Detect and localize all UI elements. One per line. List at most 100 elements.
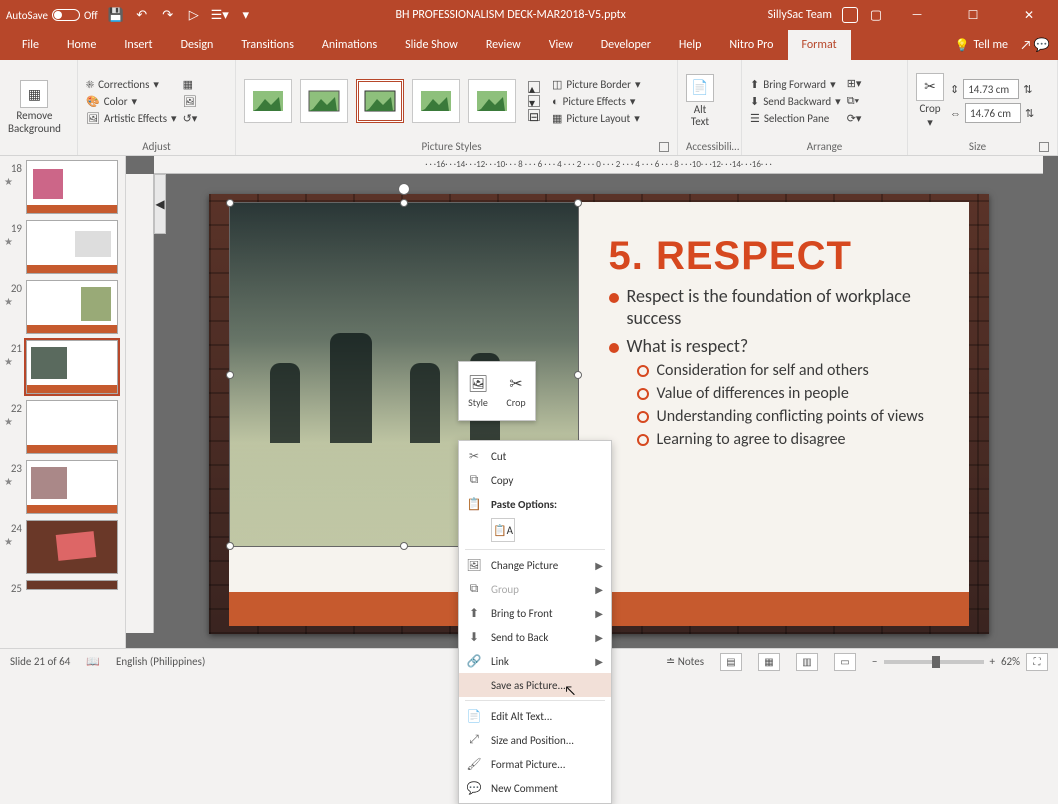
collapse-thumbnails-icon[interactable]: ◀ — [154, 174, 166, 234]
fit-window-icon[interactable]: ⛶ — [1026, 653, 1048, 671]
reading-view-icon[interactable]: ▥ — [796, 653, 818, 671]
change-picture-icon[interactable]: 🖼 — [183, 95, 198, 108]
artistic-effects-button[interactable]: 🖼 Artistic Effects ▾ — [86, 112, 177, 125]
slide-thumb-20[interactable] — [26, 280, 118, 334]
tab-insert[interactable]: Insert — [110, 30, 166, 60]
ribbon: ▦Remove Background ☀ Corrections ▾ 🎨 Col… — [0, 60, 1058, 156]
bring-forward-button[interactable]: ⬆ Bring Forward ▾ — [750, 78, 841, 91]
slide-thumb-22[interactable] — [26, 400, 118, 454]
tab-nitro[interactable]: Nitro Pro — [715, 30, 787, 60]
reset-picture-icon[interactable]: ↺▾ — [183, 112, 198, 125]
comments-icon[interactable]: 💬 — [1034, 37, 1050, 53]
tab-help[interactable]: Help — [665, 30, 716, 60]
zoom-slider[interactable] — [884, 660, 984, 664]
color-button[interactable]: 🎨 Color ▾ — [86, 95, 177, 108]
selection-pane-button[interactable]: ☰ Selection Pane — [750, 112, 841, 125]
size-launcher-icon[interactable] — [1039, 142, 1049, 152]
align-icon[interactable]: ⊞▾ — [847, 77, 862, 90]
from-beginning-icon[interactable]: ▷ — [186, 7, 202, 23]
mini-crop-button[interactable]: ✂Crop — [497, 362, 535, 420]
share-icon[interactable]: ↗ — [1018, 37, 1034, 53]
tab-animations[interactable]: Animations — [308, 30, 391, 60]
menu-new-comment[interactable]: 💬New Comment — [459, 776, 611, 800]
picture-effects-button[interactable]: ◐ Picture Effects ▾ — [552, 95, 640, 108]
slide-thumbnail-panel[interactable]: 18★ 19★ 20★ 21★ 22★ 23★ 24★ 25 — [0, 156, 126, 648]
qat-more-icon[interactable]: ▾ — [238, 7, 254, 23]
title-bar: AutoSave Off 💾 ↶ ↷ ▷ ☰▾ ▾ BH PROFESSIONA… — [0, 0, 1058, 30]
tell-me-search[interactable]: 💡 Tell me — [945, 38, 1018, 53]
tab-file[interactable]: File — [8, 30, 53, 60]
tab-transitions[interactable]: Transitions — [227, 30, 308, 60]
picture-layout-button[interactable]: ▦ Picture Layout ▾ — [552, 112, 640, 125]
width-field[interactable]: ⇔ 14.76 cm ⇅ — [950, 103, 1034, 123]
group-icon[interactable]: ⧉▾ — [847, 94, 862, 108]
tab-design[interactable]: Design — [167, 30, 228, 60]
slide-thumb-19[interactable] — [26, 220, 118, 274]
language-status[interactable]: English (Philippines) — [116, 655, 205, 668]
menu-send-to-back[interactable]: ⬇Send to Back▶ — [459, 625, 611, 649]
menu-change-picture[interactable]: 🖼Change Picture▶ — [459, 553, 611, 577]
zoom-level[interactable]: 62% — [1001, 655, 1020, 668]
account-icon[interactable] — [842, 7, 858, 23]
menu-size-position[interactable]: ⤢Size and Position... — [459, 728, 611, 752]
paste-keep-formatting-icon[interactable]: 📋A — [491, 518, 515, 542]
height-field[interactable]: ⇕ 14.73 cm ⇅ — [950, 79, 1034, 99]
menu-edit-alt-text[interactable]: 📄Edit Alt Text... — [459, 704, 611, 728]
save-icon[interactable]: 💾 — [108, 7, 124, 23]
maximize-button[interactable]: ☐ — [950, 0, 996, 30]
ribbon-options-icon[interactable]: ▢ — [868, 7, 884, 23]
menu-link[interactable]: 🔗Link▶ — [459, 649, 611, 673]
spellcheck-icon[interactable]: 📖 — [86, 655, 100, 668]
slide-thumb-25[interactable] — [26, 580, 118, 590]
slide-editor[interactable]: · · ·16· · ·14· · ·12· · ·10· · · 8 · · … — [126, 156, 1058, 648]
rotate-icon[interactable]: ⟳▾ — [847, 112, 862, 125]
minimize-button[interactable]: — — [894, 0, 940, 30]
touch-mode-icon[interactable]: ☰▾ — [212, 7, 228, 23]
slide-thumb-23[interactable] — [26, 460, 118, 514]
picture-style-gallery[interactable] — [244, 79, 516, 123]
size-position-icon: ⤢ — [465, 733, 483, 747]
slide-thumb-18[interactable] — [26, 160, 118, 214]
undo-icon[interactable]: ↶ — [134, 7, 150, 23]
mini-style-button[interactable]: 🖼Style — [459, 362, 497, 420]
menu-copy[interactable]: ⧉Copy — [459, 468, 611, 492]
ribbon-tabs: File Home Insert Design Transitions Anim… — [0, 30, 1058, 60]
corrections-button[interactable]: ☀ Corrections ▾ — [86, 78, 177, 91]
compress-pictures-icon[interactable]: ▦ — [183, 78, 198, 91]
notes-button[interactable]: ≐ Notes — [666, 655, 704, 668]
zoom-out-button[interactable]: − — [872, 655, 877, 668]
crop-button[interactable]: ✂Crop▾ — [916, 73, 944, 129]
tab-format[interactable]: Format — [788, 30, 851, 60]
menu-group: ⧉Group▶ — [459, 577, 611, 601]
redo-icon[interactable]: ↷ — [160, 7, 176, 23]
tab-home[interactable]: Home — [53, 30, 110, 60]
account-name[interactable]: SillySac Team — [768, 8, 832, 22]
send-backward-button[interactable]: ⬇ Send Backward ▾ — [750, 95, 841, 108]
tab-developer[interactable]: Developer — [587, 30, 665, 60]
tab-slideshow[interactable]: Slide Show — [391, 30, 472, 60]
alt-text-button[interactable]: 📄Alt Text — [686, 74, 714, 128]
remove-background-button[interactable]: ▦Remove Background — [8, 80, 61, 134]
change-picture-icon: 🖼 — [465, 558, 483, 573]
slide-thumb-24[interactable] — [26, 520, 118, 574]
tab-review[interactable]: Review — [472, 30, 535, 60]
vertical-ruler — [126, 174, 154, 633]
autosave-toggle[interactable]: AutoSave Off — [6, 9, 98, 22]
menu-format-picture[interactable]: 🖌Format Picture... — [459, 752, 611, 776]
tab-view[interactable]: View — [535, 30, 587, 60]
sorter-view-icon[interactable]: ▦ — [758, 653, 780, 671]
picture-border-button[interactable]: ◫ Picture Border ▾ — [552, 78, 640, 91]
style-gallery-more-icon[interactable]: ▴▾⊟ — [528, 81, 540, 121]
slide-counter[interactable]: Slide 21 of 64 — [10, 655, 70, 668]
close-button[interactable]: ✕ — [1006, 0, 1052, 30]
slideshow-view-icon[interactable]: ▭ — [834, 653, 856, 671]
normal-view-icon[interactable]: ▤ — [720, 653, 742, 671]
slide-text: 5. RESPECT Respect is the foundation of … — [609, 234, 949, 449]
link-icon: 🔗 — [465, 654, 483, 669]
menu-bring-to-front[interactable]: ⬆Bring to Front▶ — [459, 601, 611, 625]
slide-thumb-21[interactable] — [26, 340, 118, 394]
menu-save-as-picture[interactable]: Save as Picture... — [459, 673, 611, 697]
picture-styles-launcher-icon[interactable] — [659, 142, 669, 152]
zoom-in-button[interactable]: + — [990, 655, 995, 668]
menu-cut[interactable]: ✂Cut — [459, 444, 611, 468]
